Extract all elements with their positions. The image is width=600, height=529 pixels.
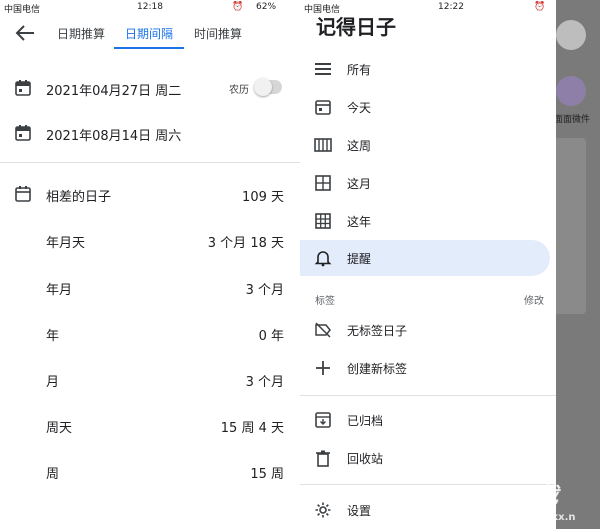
nav-item-reminders[interactable]: 提醒 bbox=[300, 240, 550, 276]
result-label-days: 相差的日子 bbox=[46, 190, 112, 205]
calendar-today-icon bbox=[314, 98, 332, 116]
result-value-days: 109 天 bbox=[242, 190, 284, 205]
start-date[interactable]: 2021年04月27日 周二 bbox=[46, 80, 181, 99]
navigation-drawer: 中国电信 12:22 ⏰ 记得日子 所有 今天 这周 这月 这年 提醒 标签 修… bbox=[300, 0, 556, 529]
lunar-toggle[interactable] bbox=[254, 78, 282, 96]
nav-label: 这年 bbox=[347, 215, 372, 229]
calendar-week-icon bbox=[314, 136, 332, 154]
nav-label: 提醒 bbox=[347, 252, 372, 266]
clock: 12:22 bbox=[438, 2, 464, 12]
back-arrow-icon[interactable] bbox=[14, 24, 36, 42]
result-value-years: 0 年 bbox=[258, 329, 284, 344]
nav-label: 设置 bbox=[347, 504, 372, 518]
nav-item-unlabeled[interactable]: 无标签日子 bbox=[300, 312, 550, 348]
alarm-icon: ⏰ bbox=[534, 2, 546, 12]
tab-time-calc[interactable]: 时间推算 bbox=[194, 25, 242, 42]
widget-label: 面面微件 bbox=[554, 115, 591, 125]
watermark-logo: KK下载 bbox=[480, 484, 559, 509]
nav-item-today[interactable]: 今天 bbox=[300, 89, 550, 125]
lunar-label: 农历 bbox=[229, 85, 249, 96]
calendar-icon bbox=[14, 124, 32, 142]
date-interval-screen: 中国电信 12:18 ⏰ 62% 日期推算 日期间隔 时间推算 2021年04月… bbox=[0, 0, 300, 529]
result-value-ymd: 3 个月 18 天 bbox=[207, 236, 284, 251]
widget-button bbox=[556, 76, 586, 106]
nav-label: 所有 bbox=[347, 63, 372, 77]
app-title: 记得日子 bbox=[316, 15, 396, 39]
battery-level: 62% bbox=[256, 2, 277, 12]
tab-date-interval[interactable]: 日期间隔 bbox=[125, 25, 173, 42]
status-bar: 中国电信 12:18 ⏰ 62% bbox=[0, 0, 300, 16]
nav-item-year[interactable]: 这年 bbox=[300, 203, 550, 239]
nav-label: 这月 bbox=[347, 177, 372, 191]
toggle-knob bbox=[254, 78, 272, 96]
result-label-weeks-days: 周天 bbox=[46, 421, 73, 436]
nav-item-month[interactable]: 这月 bbox=[300, 165, 550, 201]
trash-icon bbox=[314, 449, 332, 467]
avatar bbox=[556, 20, 586, 50]
end-date[interactable]: 2021年08月14日 周六 bbox=[46, 125, 181, 144]
nav-label: 这周 bbox=[347, 139, 372, 153]
watermark-url: www.kkx.n bbox=[514, 512, 576, 523]
calendar-year-icon bbox=[314, 212, 332, 230]
nav-label: 已归档 bbox=[347, 414, 384, 428]
result-label-years: 年 bbox=[46, 329, 60, 344]
labels-section-title: 标签 bbox=[315, 296, 335, 307]
nav-label: 回收站 bbox=[347, 452, 384, 466]
gear-icon bbox=[314, 501, 332, 519]
nav-item-archive[interactable]: 已归档 bbox=[300, 402, 550, 438]
nav-item-week[interactable]: 这周 bbox=[300, 127, 550, 163]
nav-item-create-label[interactable]: 创建新标签 bbox=[300, 350, 550, 386]
drawer-screen: 面面微件 中国电信 12:22 ⏰ 记得日子 所有 今天 这周 这月 这年 提醒… bbox=[300, 0, 600, 529]
plus-icon bbox=[314, 359, 332, 377]
clock: 12:18 bbox=[137, 2, 163, 12]
archive-icon bbox=[314, 411, 332, 429]
nav-label: 今天 bbox=[347, 101, 372, 115]
result-value-ym: 3 个月 bbox=[245, 283, 284, 298]
result-label-ym: 年月 bbox=[46, 283, 73, 298]
result-value-weeks: 15 周 bbox=[250, 467, 284, 482]
nav-label: 创建新标签 bbox=[347, 362, 408, 376]
section-divider bbox=[300, 395, 556, 396]
result-value-months: 3 个月 bbox=[245, 375, 284, 390]
nav-label: 无标签日子 bbox=[347, 324, 408, 338]
nav-item-all[interactable]: 所有 bbox=[300, 51, 550, 87]
edit-labels-link[interactable]: 修改 bbox=[524, 292, 544, 307]
section-divider bbox=[0, 162, 300, 163]
nav-item-trash[interactable]: 回收站 bbox=[300, 440, 550, 476]
calendar-month-icon bbox=[314, 174, 332, 192]
result-label-months: 月 bbox=[46, 375, 60, 390]
list-icon bbox=[314, 60, 332, 78]
tab-date-calc[interactable]: 日期推算 bbox=[57, 25, 105, 42]
alarm-icon: ⏰ bbox=[232, 2, 244, 12]
carrier-label: 中国电信 bbox=[4, 5, 41, 15]
calendar-icon bbox=[14, 79, 32, 97]
calendar-outline-icon bbox=[14, 185, 32, 203]
bell-icon bbox=[314, 249, 332, 267]
result-label-weeks: 周 bbox=[46, 467, 60, 482]
active-tab-indicator bbox=[114, 47, 184, 49]
result-label-ymd: 年月天 bbox=[46, 236, 86, 251]
label-off-icon bbox=[314, 321, 332, 339]
result-value-weeks-days: 15 周 4 天 bbox=[220, 421, 284, 436]
